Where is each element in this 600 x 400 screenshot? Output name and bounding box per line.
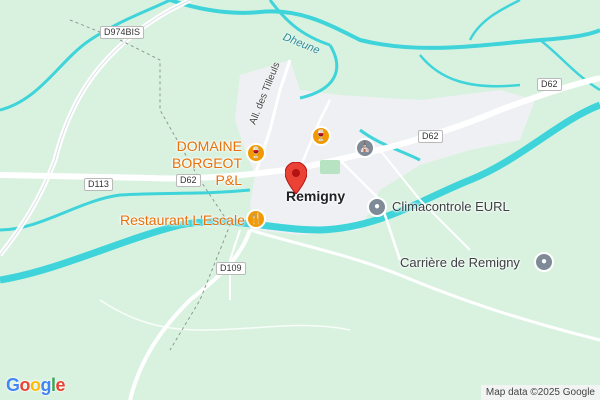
river-branch <box>419 54 521 88</box>
wine-icon[interactable]: 🍷 <box>311 126 331 146</box>
google-logo: Google <box>6 375 66 396</box>
logo-letter: o <box>30 375 41 395</box>
landmark-icon[interactable]: ⛪ <box>355 138 375 158</box>
restaurant-icon[interactable]: 🍴 <box>246 209 266 229</box>
river-branch <box>468 0 521 41</box>
poi-label-domaine-borgeot[interactable]: DOMAINE BORGEOT P&L <box>150 138 242 189</box>
place-icon[interactable]: ● <box>534 252 554 272</box>
logo-letter: g <box>40 375 52 395</box>
road-shield: D62 <box>418 130 443 143</box>
logo-letter: o <box>19 375 31 395</box>
map-attribution[interactable]: Map data ©2025 Google <box>480 385 600 400</box>
road-shield: D62 <box>537 78 562 91</box>
park-area <box>320 160 340 174</box>
wine-icon[interactable]: 🍷 <box>246 143 266 163</box>
business-icon[interactable]: ● <box>367 197 387 217</box>
road-shield: D109 <box>216 262 246 275</box>
road-shield: D974BIS <box>100 26 145 39</box>
red-pin-icon[interactable] <box>285 162 307 194</box>
logo-letter: G <box>6 375 20 395</box>
poi-label-climacontrole[interactable]: Climacontrole EURL <box>392 199 510 214</box>
poi-label-restaurant-lescale[interactable]: Restaurant L'Escale <box>120 212 245 229</box>
map-canvas[interactable]: D974BIS D62 D113 D62 D62 D109 Dheune All… <box>0 0 600 400</box>
road-minor <box>249 228 600 342</box>
poi-label-carriere[interactable]: Carrière de Remigny <box>400 255 520 270</box>
road-shield: D113 <box>84 178 113 191</box>
road-minor <box>99 299 351 331</box>
logo-letter: e <box>55 375 66 395</box>
river-branch <box>0 0 171 112</box>
river-dheune <box>169 0 600 50</box>
